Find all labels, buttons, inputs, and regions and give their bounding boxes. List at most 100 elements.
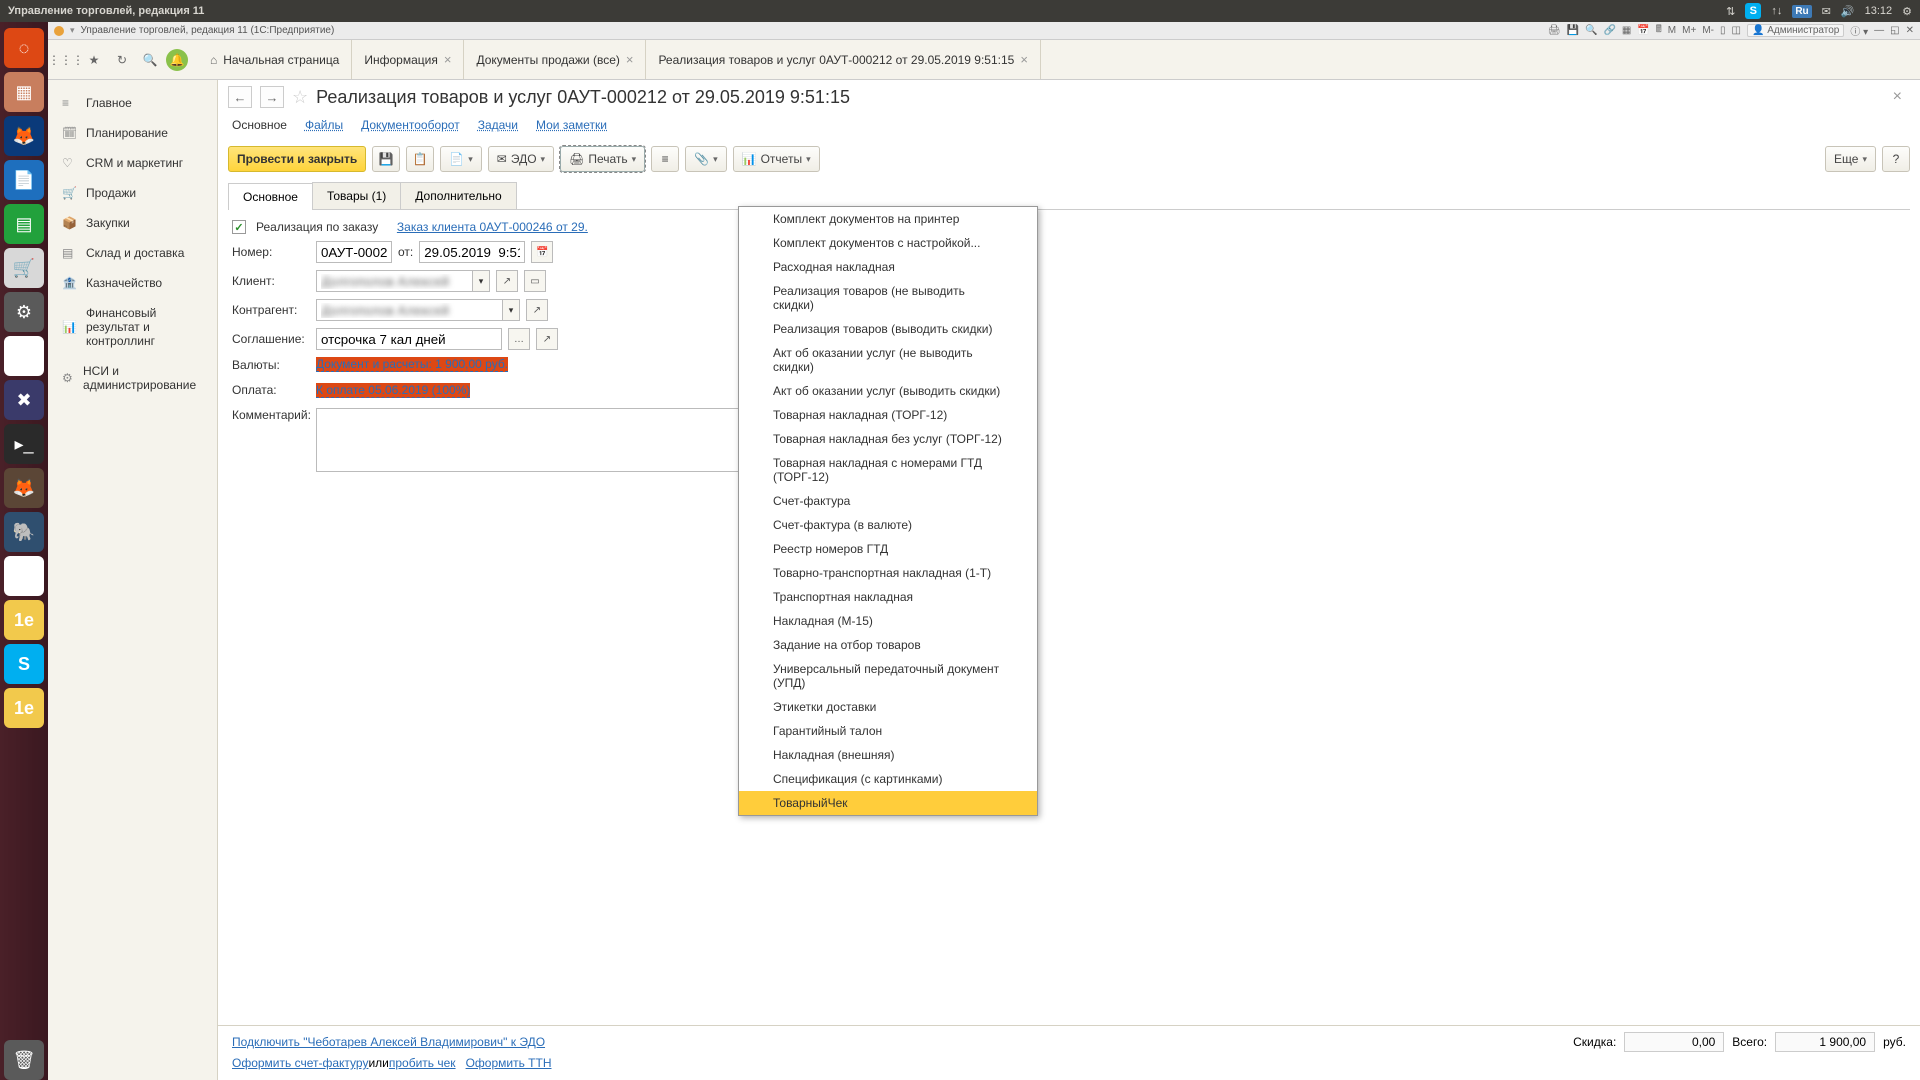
tab-home[interactable]: ⌂Начальная страница xyxy=(198,40,352,79)
subnav-tasks[interactable]: Задачи xyxy=(478,118,518,132)
post-button[interactable]: 📋 xyxy=(406,146,434,172)
subnav-docflow[interactable]: Документооборот xyxy=(361,118,460,132)
date-input[interactable] xyxy=(419,241,525,263)
launcher-1c2-icon[interactable]: 1e xyxy=(4,688,44,728)
list-button[interactable]: ≡ xyxy=(651,146,679,172)
contractor-input[interactable] xyxy=(316,299,502,321)
favorite-star-icon[interactable]: ☆ xyxy=(292,87,308,108)
ttn-link[interactable]: Оформить ТТН xyxy=(466,1056,552,1070)
titlebar-close-icon[interactable]: ✕ xyxy=(1906,25,1914,36)
edo-connect-link[interactable]: Подключить "Чеботарев Алексей Владимиров… xyxy=(232,1035,545,1049)
nav-back-button[interactable]: ← xyxy=(228,86,252,108)
agreement-select-button[interactable]: … xyxy=(508,328,530,350)
launcher-gimp-icon[interactable]: 🦊 xyxy=(4,468,44,508)
app-caret-icon[interactable]: ▾ xyxy=(70,25,75,36)
menu-item[interactable]: Гарантийный талон xyxy=(739,719,1037,743)
calendar-button[interactable]: 📅 xyxy=(531,241,553,263)
launcher-elephant-icon[interactable]: 🐘 xyxy=(4,512,44,552)
attach-button[interactable]: 📎▾ xyxy=(685,146,726,172)
help-button[interactable]: ? xyxy=(1882,146,1910,172)
tray-mail-icon[interactable]: ✉ xyxy=(1822,5,1831,18)
sidebar-item-purchases[interactable]: 📦Закупки xyxy=(48,208,217,238)
menu-item[interactable]: Акт об оказании услуг (не выводить скидк… xyxy=(739,341,1037,379)
menu-item[interactable]: Реестр номеров ГТД xyxy=(739,537,1037,561)
form-tab-extra[interactable]: Дополнительно xyxy=(400,182,516,209)
menu-item[interactable]: Товарная накладная с номерами ГТД (ТОРГ-… xyxy=(739,451,1037,489)
order-link[interactable]: Заказ клиента 0АУТ-000246 от 29. xyxy=(397,220,588,234)
bell-icon[interactable]: 🔔 xyxy=(166,49,188,71)
titlebar-print-icon[interactable]: 🖨 xyxy=(1548,25,1561,36)
menu-item[interactable]: Реализация товаров (не выводить скидки) xyxy=(739,279,1037,317)
client-open-button[interactable]: ↗ xyxy=(496,270,518,292)
menu-item[interactable]: Спецификация (с картинками) xyxy=(739,767,1037,791)
star-icon[interactable]: ★ xyxy=(82,48,106,72)
tray-skype-icon[interactable]: S xyxy=(1745,3,1761,19)
launcher-skype-icon[interactable]: S xyxy=(4,644,44,684)
history-icon[interactable]: ↻ xyxy=(110,48,134,72)
currency-link[interactable]: Документ и расчеты: 1 900,00 руб. xyxy=(316,357,508,372)
grid-menu-icon[interactable]: ⋮⋮⋮ xyxy=(54,48,78,72)
titlebar-info-icon[interactable]: ⓘ ▾ xyxy=(1850,23,1868,38)
titlebar-restore-icon[interactable]: ◱ xyxy=(1890,25,1899,36)
tab-info[interactable]: Информация× xyxy=(352,40,464,79)
launcher-1c-icon[interactable]: 1e xyxy=(4,600,44,640)
tray-updown-icon[interactable]: ↑↓ xyxy=(1771,5,1782,17)
titlebar-split-icon[interactable]: ◫ xyxy=(1732,25,1741,36)
titlebar-minimize-icon[interactable]: — xyxy=(1874,25,1884,36)
receipt-link[interactable]: пробить чек xyxy=(389,1056,456,1070)
reports-button[interactable]: 📊 Отчеты ▾ xyxy=(733,146,820,172)
tray-language[interactable]: Ru xyxy=(1792,5,1811,18)
form-tab-main[interactable]: Основное xyxy=(228,183,313,210)
contractor-dropdown-button[interactable]: ▾ xyxy=(502,299,520,321)
sidebar-item-finance[interactable]: 📊Финансовый результат и контроллинг xyxy=(48,298,217,356)
launcher-chrome-icon[interactable]: ◉ xyxy=(4,336,44,376)
tab-realization[interactable]: Реализация товаров и услуг 0АУТ-000212 о… xyxy=(646,40,1040,79)
menu-item[interactable]: Расходная накладная xyxy=(739,255,1037,279)
menu-item[interactable]: Транспортная накладная xyxy=(739,585,1037,609)
close-icon[interactable]: × xyxy=(444,52,452,67)
titlebar-search-icon[interactable]: 🔍 xyxy=(1585,25,1597,36)
subnav-files[interactable]: Файлы xyxy=(305,118,343,132)
menu-item[interactable]: Акт об оказании услуг (выводить скидки) xyxy=(739,379,1037,403)
sidebar-item-sales[interactable]: 🛒Продажи xyxy=(48,178,217,208)
launcher-terminal-icon[interactable]: ▸_ xyxy=(4,424,44,464)
launcher-files-icon[interactable]: ▦ xyxy=(4,72,44,112)
menu-item[interactable]: Задание на отбор товаров xyxy=(739,633,1037,657)
menu-item[interactable]: Реализация товаров (выводить скидки) xyxy=(739,317,1037,341)
sidebar-item-admin[interactable]: ⚙НСИ и администрирование xyxy=(48,356,217,400)
menu-item[interactable]: Товарная накладная (ТОРГ-12) xyxy=(739,403,1037,427)
titlebar-user[interactable]: 👤 Администратор xyxy=(1747,24,1844,37)
menu-item[interactable]: Комплект документов с настройкой... xyxy=(739,231,1037,255)
sidebar-item-planning[interactable]: 🗓Планирование xyxy=(48,118,217,148)
launcher-firefox-icon[interactable]: 🦊 xyxy=(4,116,44,156)
contractor-open-button[interactable]: ↗ xyxy=(526,299,548,321)
sidebar-item-warehouse[interactable]: ▤Склад и доставка xyxy=(48,238,217,268)
search-icon[interactable]: 🔍 xyxy=(138,48,162,72)
titlebar-calendar-icon[interactable]: 📅 xyxy=(1637,25,1649,36)
menu-item[interactable]: Накладная (внешняя) xyxy=(739,743,1037,767)
post-close-button[interactable]: Провести и закрыть xyxy=(228,146,366,172)
create-based-button[interactable]: 📄▾ xyxy=(440,146,481,172)
titlebar-mminus-icon[interactable]: M- xyxy=(1702,25,1714,36)
menu-item-highlighted[interactable]: ТоварныйЧек xyxy=(739,791,1037,815)
titlebar-calc-icon[interactable]: 🖩 xyxy=(1656,22,1662,39)
titlebar-stack-icon[interactable]: ▦ xyxy=(1622,25,1631,36)
menu-item[interactable]: Универсальный передаточный документ (УПД… xyxy=(739,657,1037,695)
launcher-dash-icon[interactable]: ◌ xyxy=(4,28,44,68)
save-button[interactable]: 💾 xyxy=(372,146,400,172)
titlebar-save-icon[interactable]: 💾 xyxy=(1567,25,1579,36)
close-doc-button[interactable]: × xyxy=(1893,88,1910,106)
order-checkbox[interactable]: ✓ xyxy=(232,220,246,234)
launcher-x-icon[interactable]: ✖ xyxy=(4,380,44,420)
titlebar-panel-icon[interactable]: ▯ xyxy=(1720,25,1726,36)
invoice-link[interactable]: Оформить счет-фактуру xyxy=(232,1056,368,1070)
titlebar-mplus-icon[interactable]: M+ xyxy=(1682,25,1696,36)
menu-item[interactable]: Этикетки доставки xyxy=(739,695,1037,719)
close-icon[interactable]: × xyxy=(1020,52,1028,67)
client-dropdown-button[interactable]: ▾ xyxy=(472,270,490,292)
launcher-pfm-icon[interactable]: pfm xyxy=(4,556,44,596)
menu-item[interactable]: Комплект документов на принтер xyxy=(739,207,1037,231)
close-icon[interactable]: × xyxy=(626,52,634,67)
titlebar-m-icon[interactable]: M xyxy=(1668,25,1676,36)
sidebar-item-crm[interactable]: ♡CRM и маркетинг xyxy=(48,148,217,178)
